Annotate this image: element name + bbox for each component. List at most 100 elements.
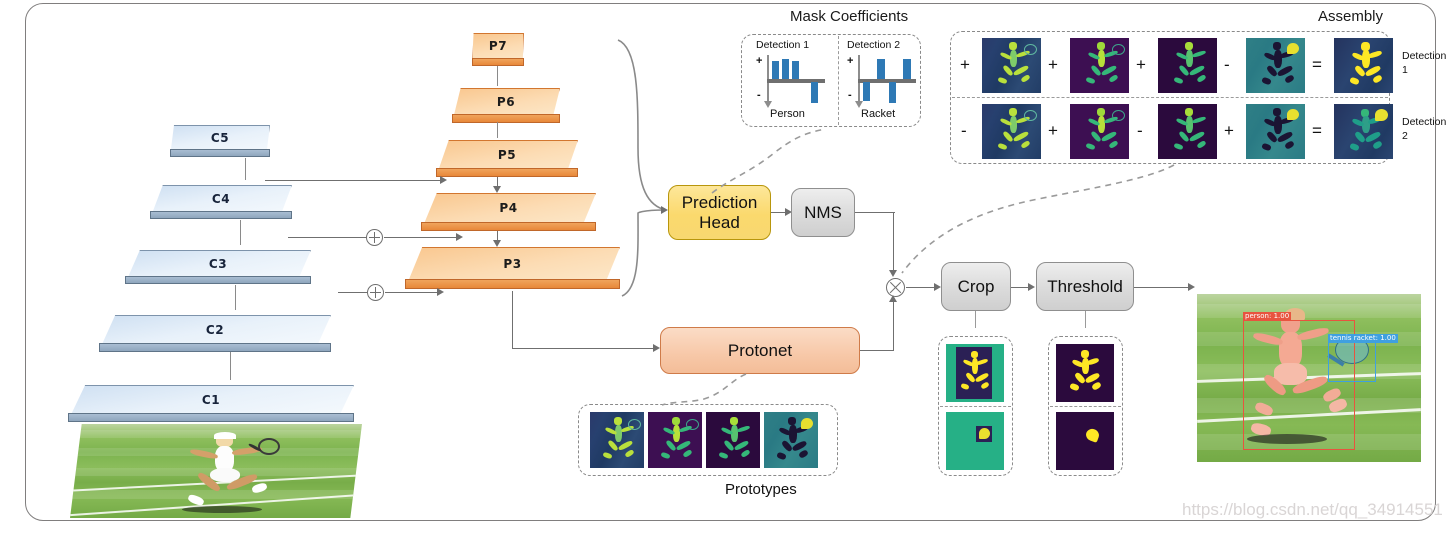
runner-figure — [1170, 42, 1210, 90]
fpn-level-p5[interactable]: P5 — [436, 140, 578, 177]
backbone-tie-c4-c3 — [240, 220, 242, 245]
detection-2-axis-arrow — [854, 101, 863, 108]
fpn-level-p3[interactable]: P3 — [405, 247, 620, 289]
assembly-row[interactable]: + + + - = Detection 1 — [952, 33, 1446, 95]
fpn-level-label: P7 — [488, 39, 508, 53]
p7-side-face — [472, 58, 524, 66]
protonet-box[interactable]: Protonet — [660, 327, 860, 374]
detection-1-bar — [811, 82, 818, 103]
detection-2-bar — [877, 59, 885, 79]
nms-label: NMS — [804, 202, 842, 222]
plus-v — [374, 232, 376, 243]
assembly-title: Assembly — [1318, 8, 1384, 25]
fpn-level-p4[interactable]: P4 — [421, 193, 596, 231]
nms-out-h — [855, 212, 895, 214]
protonet-out-v — [893, 300, 895, 350]
plus-v — [375, 287, 377, 298]
cropped-racket-mask — [946, 412, 1004, 470]
threshold-racket-mask — [1056, 412, 1114, 470]
fpn-downarrow-p4-p3-head — [493, 240, 501, 247]
detection-2-minus: - — [848, 89, 852, 101]
assembly-sign: + — [1048, 55, 1058, 74]
assembly-row[interactable]: - + - + = Detection 2 — [952, 99, 1446, 161]
c4-side-face — [150, 211, 292, 219]
assembly-result-label-line1: Detection — [1402, 50, 1447, 62]
watermark: https://blog.csdn.net/qq_34914551 — [1182, 500, 1443, 519]
assembly-row-divider — [952, 97, 1388, 98]
c1-side-face — [68, 413, 354, 422]
protonet-to-prototypes-connector — [661, 373, 747, 406]
fpn-tie-p7-p6 — [497, 66, 499, 86]
detection-box-racket — [1328, 342, 1376, 382]
lateral-c3-add — [338, 292, 367, 294]
runner-figure — [994, 108, 1037, 156]
detection-1-bar — [772, 61, 779, 79]
assembly-equals: = — [1312, 121, 1322, 140]
p3-to-protonet-h — [512, 348, 654, 350]
runner-figure — [774, 417, 813, 465]
c2-side-face — [99, 343, 331, 352]
lateral-add-p4 — [384, 237, 457, 239]
head-to-nms — [771, 212, 786, 214]
backbone-level-c4[interactable]: C4 — [150, 185, 292, 219]
fpn-level-p7[interactable]: P7 — [472, 33, 524, 66]
lateral-c4-add — [288, 237, 366, 239]
input-image[interactable] — [70, 424, 362, 518]
fpn-level-label: P6 — [496, 95, 516, 109]
fpn-to-head-brace — [617, 39, 667, 297]
backbone-level-c3[interactable]: C3 — [125, 250, 311, 284]
cropped-person-mask — [946, 344, 1004, 402]
multiply-to-crop-head — [934, 283, 941, 291]
mask-coefficients-detection-1[interactable]: Detection 1 + - Person — [748, 38, 836, 124]
assembly-sign: - — [961, 121, 967, 140]
nms-out-v — [893, 212, 895, 272]
backbone-level-label: C4 — [211, 192, 231, 206]
nms-out-arrow — [889, 270, 897, 277]
crop-panel-divider — [940, 406, 1011, 407]
backbone-level-c5[interactable]: C5 — [170, 125, 270, 157]
assembly-sign: + — [960, 55, 970, 74]
runner-figure — [1346, 108, 1388, 156]
assembly-result-label: Detection 2 — [1402, 115, 1456, 143]
player-silhouette — [182, 432, 280, 513]
detection-1-axis-arrow — [763, 101, 772, 108]
fpn-level-label: P5 — [497, 148, 517, 162]
fpn-level-p6[interactable]: P6 — [452, 88, 560, 123]
crop-to-threshold-head — [1028, 283, 1035, 291]
runner-figure — [600, 417, 641, 465]
assembly-sign: - — [1137, 121, 1143, 140]
mask-coefficients-divider — [838, 36, 839, 125]
prototype-thumb — [764, 412, 818, 468]
fpn-level-label: P3 — [503, 257, 522, 271]
mask-coefficients-detection-2[interactable]: Detection 2 + - Racket — [841, 38, 929, 124]
detection-2-bar — [889, 82, 896, 103]
prototype-thumb — [706, 412, 760, 468]
assembly-result-label: Detection 1 — [1402, 49, 1456, 77]
fpn-downarrow-p5-p4-head — [493, 186, 501, 193]
fpn-level-label: P4 — [499, 201, 518, 215]
backbone-level-c2[interactable]: C2 — [99, 315, 331, 352]
result-image[interactable]: person: 1.00 tennis racket: 1.00 — [1197, 294, 1421, 462]
diagram-root: C1 C2 C3 C4 C5 P3 P4 P5 P6 P7 Prediction… — [0, 0, 1456, 537]
backbone-level-c1[interactable]: C1 — [68, 385, 354, 422]
backbone-level-label: C1 — [201, 393, 221, 407]
add-operator-p4[interactable] — [366, 229, 383, 246]
head-to-maskcoef-connector — [711, 128, 827, 194]
prototype-thumb — [1070, 38, 1129, 93]
runner-figure — [1082, 42, 1125, 90]
p6-side-face — [452, 114, 560, 123]
detection-1-title: Detection 1 — [756, 39, 810, 51]
backbone-pyramid: C1 C2 C3 C4 C5 — [0, 0, 420, 440]
detection-1-bar — [792, 61, 799, 79]
assembly-sign: + — [1048, 121, 1058, 140]
lateral-add-p4-head — [456, 233, 463, 241]
backbone-tie-c5-c4 — [245, 158, 247, 180]
assembly-result-label-line2: 1 — [1402, 64, 1408, 76]
lateral-add-p3-head — [437, 288, 444, 296]
prototype-thumb — [648, 412, 702, 468]
crop-to-panel-tie — [975, 311, 977, 328]
backbone-level-label: C2 — [205, 323, 225, 337]
add-operator-p3[interactable] — [367, 284, 384, 301]
threshold-to-result — [1134, 287, 1190, 289]
prototype-thumb — [982, 104, 1041, 159]
